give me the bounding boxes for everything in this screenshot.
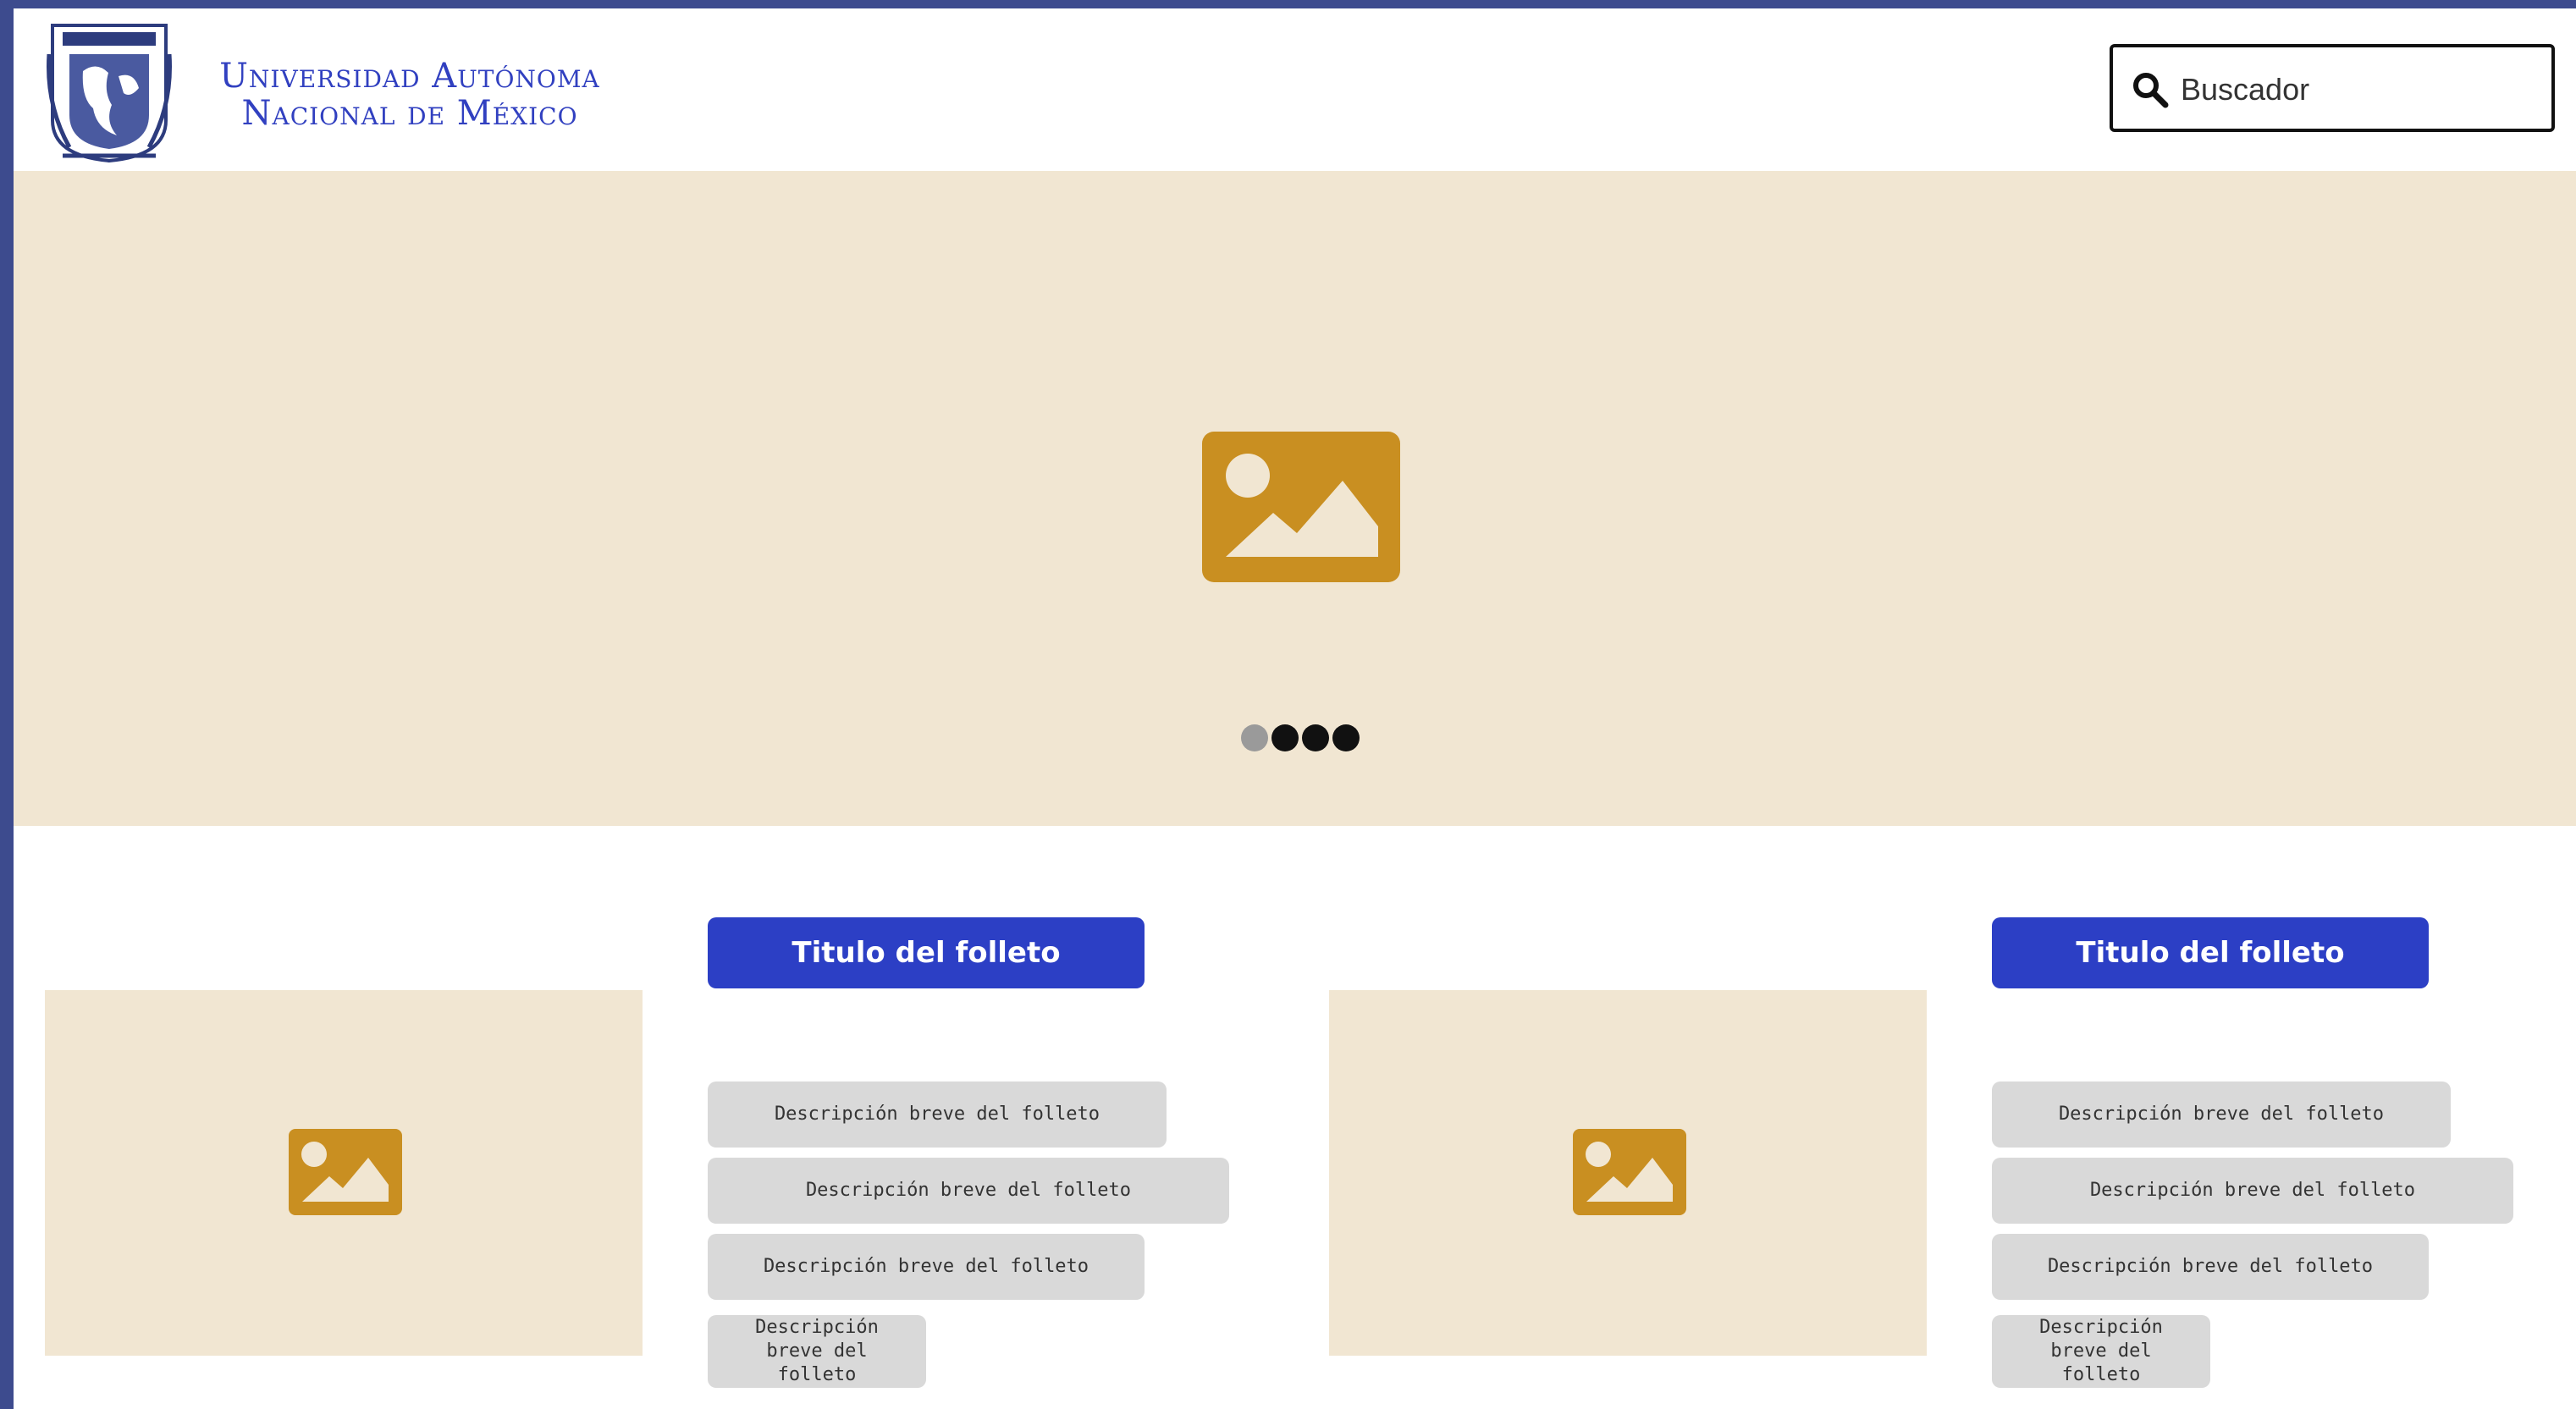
search-input[interactable] (2179, 63, 2538, 117)
university-name-line2: Nacional de México (241, 94, 578, 133)
card-2-title-button[interactable]: Titulo del folleto (1992, 917, 2429, 988)
carousel-dot-3[interactable] (1302, 724, 1329, 751)
card-1-image[interactable] (45, 990, 643, 1356)
page: Universidad Autónoma Nacional de México (14, 8, 2576, 1409)
hero-carousel[interactable] (14, 171, 2576, 826)
card-1-title-button[interactable]: Titulo del folleto (708, 917, 1145, 988)
header: Universidad Autónoma Nacional de México (14, 8, 2576, 171)
image-placeholder-icon (289, 1129, 402, 1215)
card-2-description-3: Descripción breve del folleto (1992, 1234, 2429, 1300)
card-1-description-3: Descripción breve del folleto (708, 1234, 1145, 1300)
card-2-image[interactable] (1329, 990, 1927, 1356)
card-2-description-2: Descripción breve del folleto (1992, 1158, 2513, 1224)
search-box[interactable] (2110, 44, 2555, 132)
card-2-description-1: Descripción breve del folleto (1992, 1082, 2451, 1148)
carousel-dot-4[interactable] (1332, 724, 1360, 751)
carousel-dot-1[interactable] (1241, 724, 1268, 751)
university-name-line1: Universidad Autónoma (219, 57, 600, 96)
university-name[interactable]: Universidad Autónoma Nacional de México (190, 58, 630, 132)
carousel-dots (1241, 724, 1360, 753)
image-placeholder-icon (1573, 1129, 1686, 1215)
card-1-description-1: Descripción breve del folleto (708, 1082, 1167, 1148)
card-1-description-4: Descripción breve del folleto (708, 1315, 926, 1388)
card-1-description-2: Descripción breve del folleto (708, 1158, 1229, 1224)
unam-crest-icon[interactable] (46, 20, 173, 164)
card-2-description-4: Descripción breve del folleto (1992, 1315, 2210, 1388)
search-icon[interactable] (2132, 71, 2169, 108)
image-placeholder-icon (1202, 432, 1400, 582)
carousel-dot-2[interactable] (1271, 724, 1299, 751)
